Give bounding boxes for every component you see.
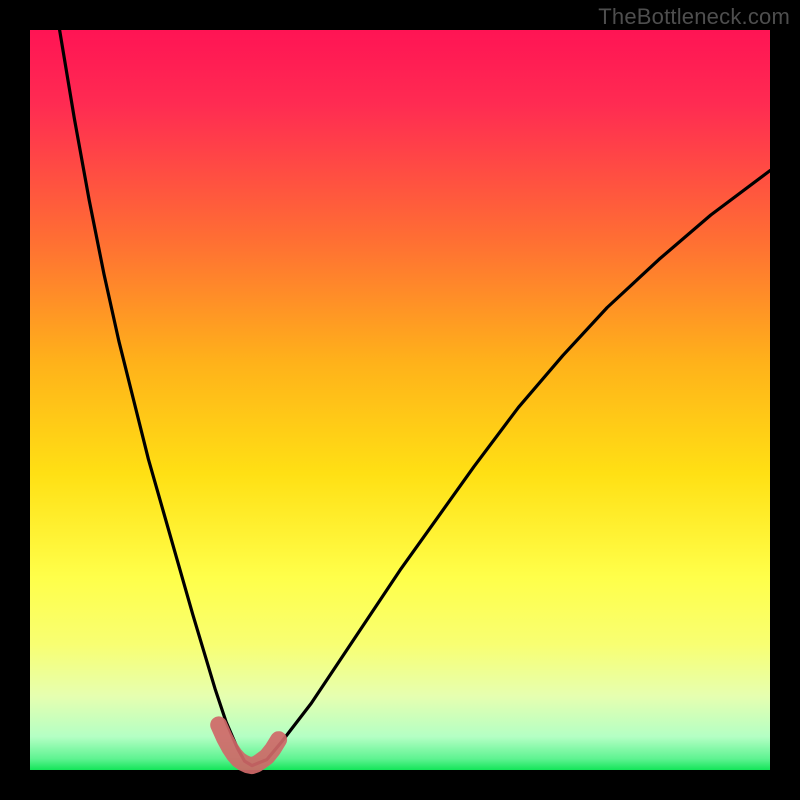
chart-background	[30, 30, 770, 770]
chart-frame: TheBottleneck.com	[0, 0, 800, 800]
watermark-text: TheBottleneck.com	[598, 4, 790, 30]
bottleneck-chart	[0, 0, 800, 800]
